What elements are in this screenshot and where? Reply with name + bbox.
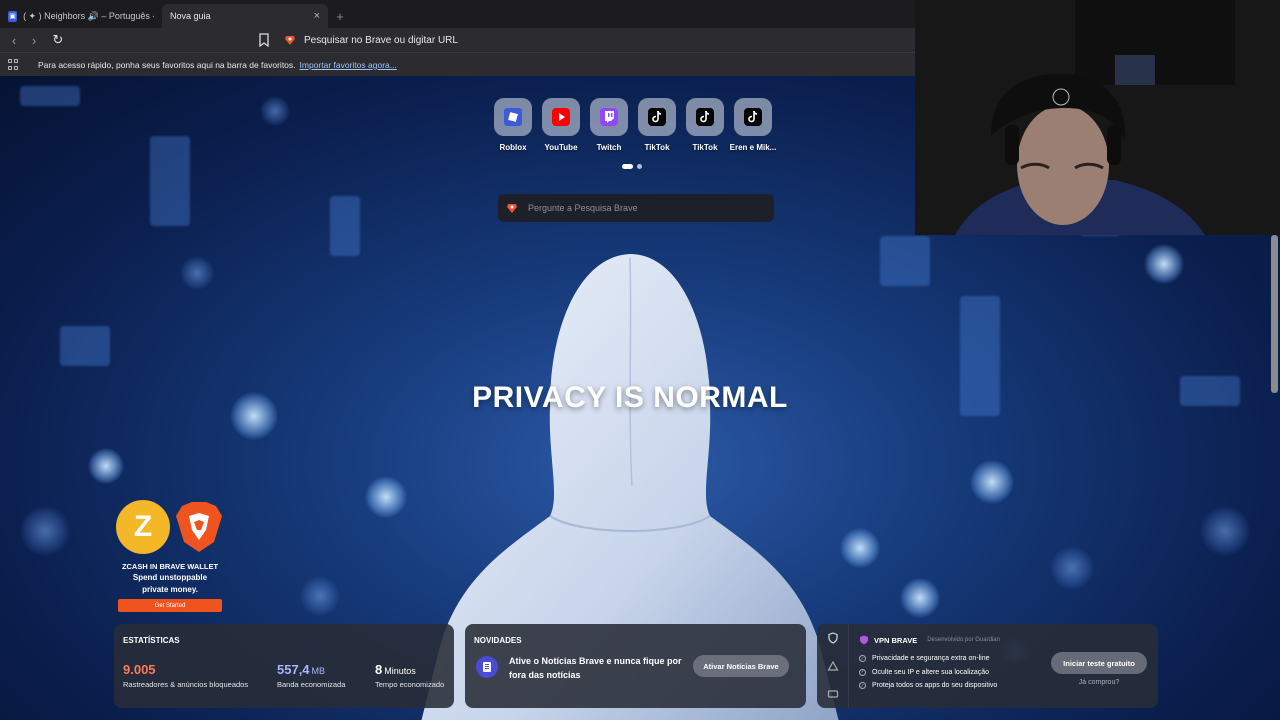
tiktok-icon bbox=[648, 108, 666, 126]
roblox-icon: ▣ bbox=[8, 10, 18, 22]
webcam-overlay-image bbox=[915, 0, 1280, 235]
tab-neighbors[interactable]: ▣ ( ✦ ) Neighbors 🔊 – Português - Rob... bbox=[0, 4, 162, 28]
bandwidth-label: Banda economizada bbox=[277, 680, 346, 689]
reload-button[interactable]: ↻ bbox=[48, 30, 68, 50]
top-sites: Roblox YouTube Twitch TikTok TikTok Eren… bbox=[494, 98, 776, 152]
apps-grid-icon[interactable] bbox=[8, 58, 20, 71]
time-stat: 8 Minutos Tempo economizado bbox=[375, 662, 444, 689]
url-placeholder: Pesquisar no Brave ou digitar URL bbox=[304, 34, 458, 46]
tab-title: ( ✦ ) Neighbors 🔊 – Português - Rob... bbox=[23, 10, 154, 21]
vpn-card: VPN BRAVE Desenvolvido por Guardian ✓ Pri… bbox=[817, 624, 1158, 708]
vpn-title-row: VPN BRAVE Desenvolvido por Guardian bbox=[859, 635, 1000, 645]
enable-news-button[interactable]: Ativar Notícias Brave bbox=[693, 655, 789, 677]
top-site-label: YouTube bbox=[544, 143, 578, 152]
already-purchased-link[interactable]: Já comprou? bbox=[1051, 679, 1147, 686]
trackers-label: Rastreadores & anúncios bloqueados bbox=[123, 680, 249, 689]
get-started-button[interactable]: Get Started bbox=[118, 599, 222, 612]
bandwidth-value: 557,4 bbox=[277, 662, 310, 677]
brave-lion-icon bbox=[285, 36, 295, 45]
news-icon bbox=[476, 656, 498, 678]
scrollbar-thumb[interactable] bbox=[1271, 235, 1278, 393]
top-site-label: Roblox bbox=[499, 143, 527, 152]
zcash-logo-icon: Z bbox=[116, 500, 170, 554]
brave-lion-icon bbox=[507, 204, 517, 213]
close-tab-icon[interactable]: × bbox=[314, 10, 320, 22]
tiktok-icon bbox=[696, 108, 714, 126]
zcash-promo: Z ZCASH IN BRAVE WALLET Spend unstoppabl… bbox=[114, 500, 226, 612]
shield-icon[interactable] bbox=[827, 632, 839, 644]
screen-icon[interactable] bbox=[827, 688, 839, 700]
search-placeholder: Pergunte a Pesquisa Brave bbox=[528, 203, 638, 213]
new-tab-button[interactable]: + bbox=[328, 4, 352, 28]
vpn-feature-text: Privacidade e segurança extra on-line bbox=[872, 655, 990, 663]
check-icon: ✓ bbox=[859, 668, 866, 676]
promo-line-1: Spend unstoppable bbox=[132, 573, 208, 582]
news-card: NOVIDADES Ative o Notícias Brave e nunca… bbox=[465, 624, 806, 708]
vpn-feature-text: Oculte seu IP e altere sua localização bbox=[872, 668, 989, 676]
page-headline: PRIVACY IS NORMAL bbox=[472, 381, 788, 414]
top-site-label: Twitch bbox=[596, 143, 622, 152]
brave-search-box[interactable]: Pergunte a Pesquisa Brave bbox=[498, 194, 774, 222]
news-heading: NOVIDADES bbox=[474, 636, 522, 645]
browser-window: ▣ ( ✦ ) Neighbors 🔊 – Português - Rob...… bbox=[0, 0, 1280, 720]
twitch-icon bbox=[600, 108, 618, 126]
import-bookmarks-link[interactable]: Importar favoritos agora... bbox=[300, 60, 397, 70]
top-site-twitch[interactable]: Twitch bbox=[590, 98, 628, 152]
pager-dot[interactable] bbox=[637, 164, 642, 169]
top-site-label: Eren e Mik... bbox=[729, 143, 777, 152]
top-site-label: TikTok bbox=[692, 143, 718, 152]
tab-title: Nova guia bbox=[170, 11, 211, 21]
bookmark-icon[interactable] bbox=[258, 33, 270, 47]
top-site-tiktok[interactable]: TikTok bbox=[638, 98, 676, 152]
bandwidth-unit: MB bbox=[311, 666, 326, 676]
time-value: 8 bbox=[375, 662, 383, 677]
vpn-features: ✓ Privacidade e segurança extra on-line ✓… bbox=[859, 652, 997, 693]
promo-line-2: private money. bbox=[142, 585, 198, 594]
top-sites-pager bbox=[622, 164, 642, 169]
check-icon: ✓ bbox=[859, 655, 866, 663]
tiktok-icon bbox=[744, 108, 762, 126]
roblox-icon bbox=[504, 108, 522, 126]
stats-heading: ESTATÍSTICAS bbox=[123, 636, 180, 645]
brave-lion-logo-icon bbox=[176, 502, 222, 552]
top-site-eren-e-mik[interactable]: Eren e Mik... bbox=[730, 98, 776, 152]
trackers-value: 9.005 bbox=[123, 662, 156, 677]
triangle-icon[interactable] bbox=[827, 660, 839, 672]
time-unit: Minutos bbox=[384, 666, 416, 676]
top-site-roblox[interactable]: Roblox bbox=[494, 98, 532, 152]
bandwidth-stat: 557,4 MB Banda economizada bbox=[277, 662, 345, 689]
top-site-label: TikTok bbox=[644, 143, 670, 152]
vpn-icon bbox=[860, 635, 868, 645]
list-item: ✓ Privacidade e segurança extra on-line bbox=[859, 652, 997, 666]
tab-new-tab[interactable]: Nova guia × bbox=[162, 4, 328, 28]
trackers-stat: 9.005 Rastreadores & anúncios bloqueados bbox=[123, 662, 248, 689]
vpn-subtitle: Desenvolvido por Guardian bbox=[927, 637, 1000, 643]
bookmarks-hint: Para acesso rápido, ponha seus favoritos… bbox=[38, 59, 296, 70]
widget-switcher bbox=[817, 624, 849, 708]
address-bar[interactable]: Pesquisar no Brave ou digitar URL bbox=[280, 31, 910, 49]
vpn-feature-text: Proteja todos os apps do seu dispositivo bbox=[872, 682, 998, 690]
top-site-tiktok-2[interactable]: TikTok bbox=[686, 98, 724, 152]
forward-button[interactable]: › bbox=[24, 30, 44, 50]
time-label: Tempo economizado bbox=[375, 680, 445, 689]
vpn-title: VPN BRAVE bbox=[874, 635, 918, 645]
list-item: ✓ Oculte seu IP e altere sua localização bbox=[859, 666, 997, 680]
news-text: Ative o Notícias Brave e nunca fique por… bbox=[509, 656, 682, 680]
stats-card: ESTATÍSTICAS 9.005 Rastreadores & anúnci… bbox=[114, 624, 454, 708]
youtube-icon bbox=[552, 108, 570, 126]
start-free-trial-button[interactable]: Iniciar teste gratuito bbox=[1051, 652, 1147, 674]
top-site-youtube[interactable]: YouTube bbox=[542, 98, 580, 152]
list-item: ✓ Proteja todos os apps do seu dispositiv… bbox=[859, 679, 997, 693]
check-icon: ✓ bbox=[859, 682, 866, 690]
promo-title: ZCASH IN BRAVE WALLET bbox=[121, 562, 219, 571]
back-button[interactable]: ‹ bbox=[4, 30, 24, 50]
pager-dot-active[interactable] bbox=[622, 164, 633, 169]
